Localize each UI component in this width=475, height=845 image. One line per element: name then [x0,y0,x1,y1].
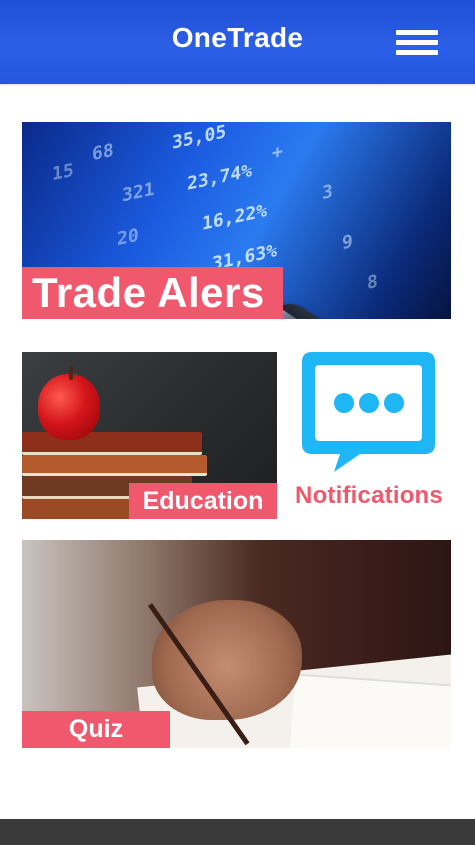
hamburger-menu-icon[interactable] [396,28,438,58]
ticker-decoration: 9 [342,230,353,255]
notifications-tile[interactable]: Notifications [287,352,451,519]
ticker-decoration: 35,05 [172,122,227,154]
education-label: Education [129,483,277,519]
education-tile[interactable]: Education [22,352,277,519]
ticker-decoration: 15 [52,159,74,186]
ticker-decoration: 321 [122,178,155,207]
book-decoration [22,432,202,455]
ticker-decoration: 23,74% [187,160,253,195]
app-header: OneTrade [0,0,475,84]
notebook-decoration [289,673,451,748]
ticker-decoration: + [272,140,283,165]
ticker-decoration: 3 [322,180,333,205]
quiz-tile[interactable]: Quiz [22,540,451,748]
apple-decoration [38,374,100,440]
footer-bar [0,819,475,845]
ticker-decoration: 68 [92,139,114,166]
app-screen: OneTrade 15 68 321 20 35,05 23,74% 16,22… [0,0,475,845]
menu-line [396,50,438,55]
book-decoration [22,455,207,476]
trade-alerts-label: Trade Alers [22,267,283,319]
quiz-label: Quiz [22,711,170,748]
ticker-decoration: 8 [367,270,378,295]
menu-line [396,40,438,45]
ticker-decoration: 20 [117,224,139,251]
chat-bubble-icon [302,352,435,472]
notifications-label: Notifications [295,482,443,509]
menu-line [396,30,438,35]
apple-stem-decoration [69,366,73,380]
trade-alerts-tile[interactable]: 15 68 321 20 35,05 23,74% 16,22% 31,63% … [22,122,451,319]
hand-decoration [152,600,302,720]
ticker-decoration: 16,22% [202,200,268,235]
